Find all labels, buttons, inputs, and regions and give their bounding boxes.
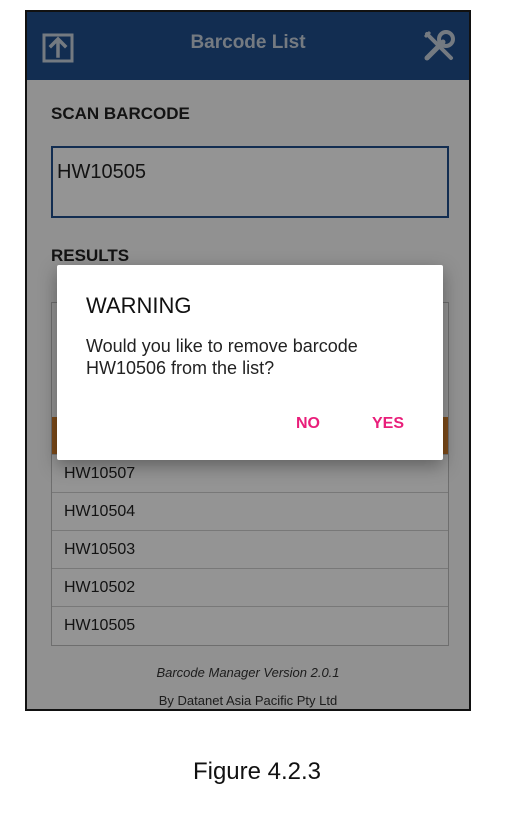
no-button[interactable]: NO bbox=[296, 415, 320, 433]
yes-button[interactable]: YES bbox=[372, 415, 404, 433]
dialog-message: Would you like to remove barcode HW10506… bbox=[86, 336, 358, 378]
dialog-title: WARNING bbox=[86, 293, 192, 318]
phone-screen: Barcode List SCAN BARCODE HW10505 RESULT… bbox=[25, 10, 471, 711]
warning-dialog: WARNING Would you like to remove barcode… bbox=[57, 265, 443, 460]
figure-caption: Figure 4.2.3 bbox=[192, 758, 322, 785]
